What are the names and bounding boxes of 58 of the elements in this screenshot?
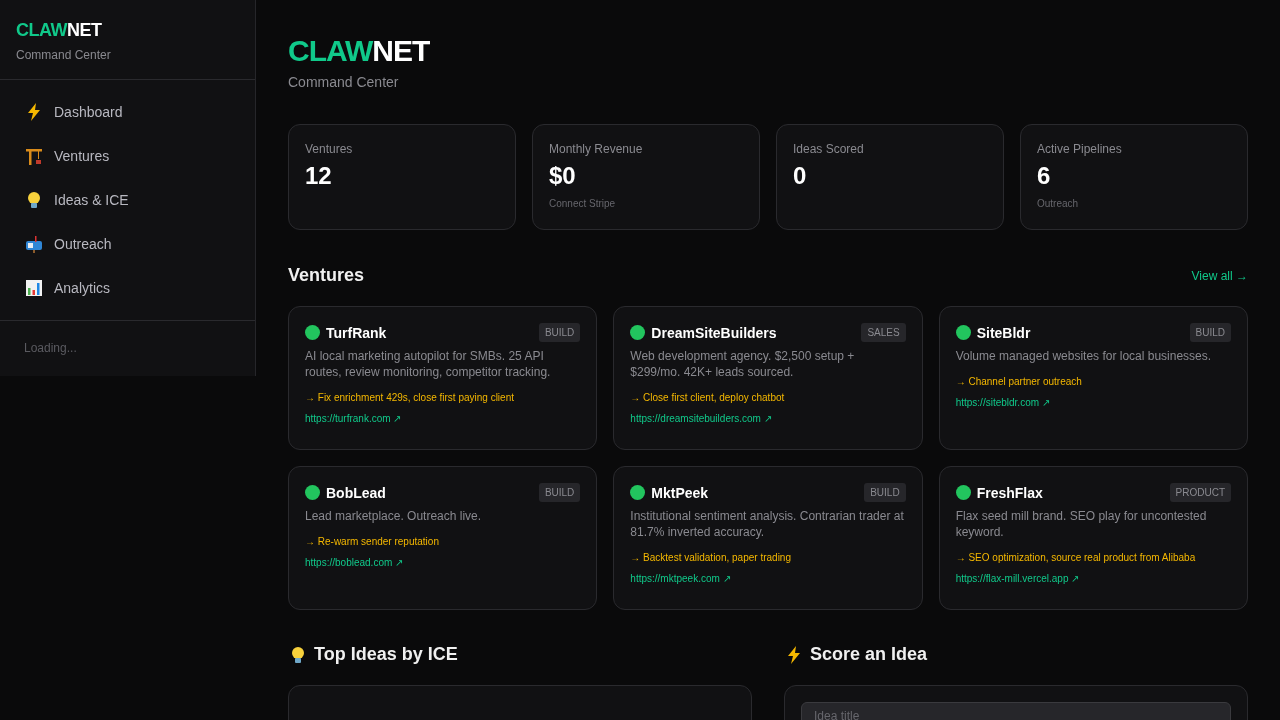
- stat-label: Ventures: [305, 142, 354, 156]
- crane-icon: [24, 146, 44, 166]
- mailbox-icon: [24, 234, 44, 254]
- next-step: → Fix enrichment 429s, close first paying client: [305, 392, 581, 403]
- venture-link[interactable]: https://turfrank.com ↗: [305, 413, 581, 424]
- sidebar-item[interactable]: Analytics: [12, 266, 243, 310]
- section-title: Top Ideas by ICE: [314, 644, 458, 665]
- venture-link[interactable]: https://mktpeek.com ↗: [630, 573, 906, 584]
- logo: CLAWNET: [288, 34, 431, 68]
- venture-description: Institutional sentiment analysis. Contrarian trader at 81.7% inverted accuracy.: [630, 508, 905, 540]
- venture-link[interactable]: https://flax-mill.vercel.app ↗: [955, 573, 1231, 584]
- stat-value: 6: [1037, 162, 1052, 190]
- stat-label: Active Pipelines: [1037, 142, 1123, 156]
- idea-title-field[interactable]: Idea title: [801, 702, 1231, 720]
- stage-tag: BUILD: [1189, 323, 1231, 342]
- sidebar-item[interactable]: Outreach: [12, 222, 243, 266]
- stage-tag: SALES: [861, 323, 906, 342]
- sidebar-item[interactable]: Ventures: [12, 134, 243, 178]
- stat-value: 12: [305, 162, 333, 190]
- stat-value: $0: [549, 162, 577, 190]
- bar-chart-icon: [24, 278, 44, 298]
- venture-name: SiteBldr: [976, 324, 1031, 341]
- next-step: → Re-warm sender reputation: [305, 536, 581, 547]
- venture-name: MktPeek: [651, 484, 709, 501]
- next-step: → Channel partner outreach: [955, 376, 1231, 387]
- venture-description: Flax seed mill brand. SEO play for uncontested keyword.: [955, 508, 1208, 540]
- venture-link[interactable]: https://sitebldr.com ↗: [955, 397, 1231, 408]
- stat-note: Outreach: [1037, 198, 1080, 209]
- venture-name: DreamSiteBuilders: [651, 324, 777, 341]
- stage-tag: BUILD: [538, 323, 581, 342]
- stat-label: Ideas Scored: [793, 142, 865, 156]
- loading-text: Loading...: [24, 341, 77, 355]
- next-step: → SEO optimization, source real product from Alibaba: [955, 552, 1231, 563]
- page-subtitle: Command Center: [288, 74, 400, 90]
- section-title: Ventures: [288, 265, 365, 286]
- stage-tag: BUILD: [538, 483, 581, 502]
- venture-name: FreshFlax: [976, 484, 1043, 501]
- venture-link[interactable]: https://boblead.com ↗: [305, 557, 581, 568]
- section-title: Score an Idea: [810, 644, 928, 665]
- sidebar-item[interactable]: Ideas & ICE: [12, 178, 243, 222]
- venture-description: Web development agency. $2,500 setup + $299/mo. 42K+ leads sourced.: [630, 348, 856, 380]
- venture-name: BobLead: [326, 484, 386, 501]
- venture-description: AI local marketing autopilot for SMBs. 25 API routes, review monitoring, competitor tracking.: [305, 348, 552, 380]
- next-step: → Backtest validation, paper trading: [630, 552, 906, 563]
- view-all-link[interactable]: View all →: [1191, 268, 1248, 283]
- logo-subtitle: Command Center: [16, 48, 112, 62]
- venture-description: Volume managed websites for local businesses.: [955, 348, 1213, 364]
- stage-tag: BUILD: [864, 483, 906, 502]
- logo: CLAWNET: [16, 20, 103, 41]
- venture-link[interactable]: https://dreamsitebuilders.com ↗: [630, 413, 906, 424]
- stage-tag: PRODUCT: [1169, 483, 1231, 502]
- next-step: → Close first client, deploy chatbot: [630, 392, 906, 403]
- stat-note: Connect Stripe: [549, 198, 617, 209]
- stat-value: 0: [793, 162, 808, 190]
- sidebar-item[interactable]: Dashboard: [12, 90, 243, 134]
- stat-label: Monthly Revenue: [549, 142, 644, 156]
- venture-description: Lead marketplace. Outreach live.: [305, 508, 483, 524]
- venture-name: TurfRank: [326, 324, 387, 341]
